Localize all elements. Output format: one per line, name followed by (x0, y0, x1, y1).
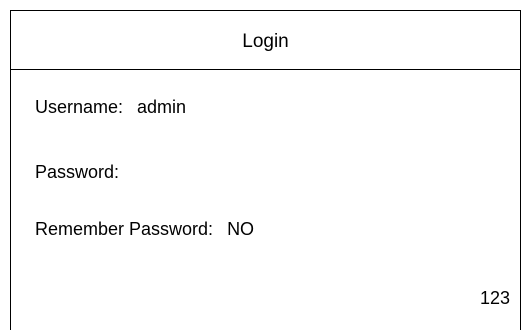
login-panel: Login Username: admin Password: Remember … (10, 10, 521, 330)
page-title: Login (242, 31, 289, 52)
username-label: Username: (35, 97, 124, 117)
remember-password-row[interactable]: Remember Password: NO (35, 218, 254, 240)
panel-header: Login (11, 11, 520, 70)
username-value[interactable]: admin (137, 97, 186, 117)
remember-password-label: Remember Password: (35, 219, 214, 239)
username-row[interactable]: Username: admin (35, 96, 186, 118)
remember-password-value[interactable]: NO (227, 219, 254, 239)
password-row[interactable]: Password: (35, 161, 133, 183)
page-number: 123 (479, 288, 510, 308)
password-label: Password: (35, 162, 120, 182)
